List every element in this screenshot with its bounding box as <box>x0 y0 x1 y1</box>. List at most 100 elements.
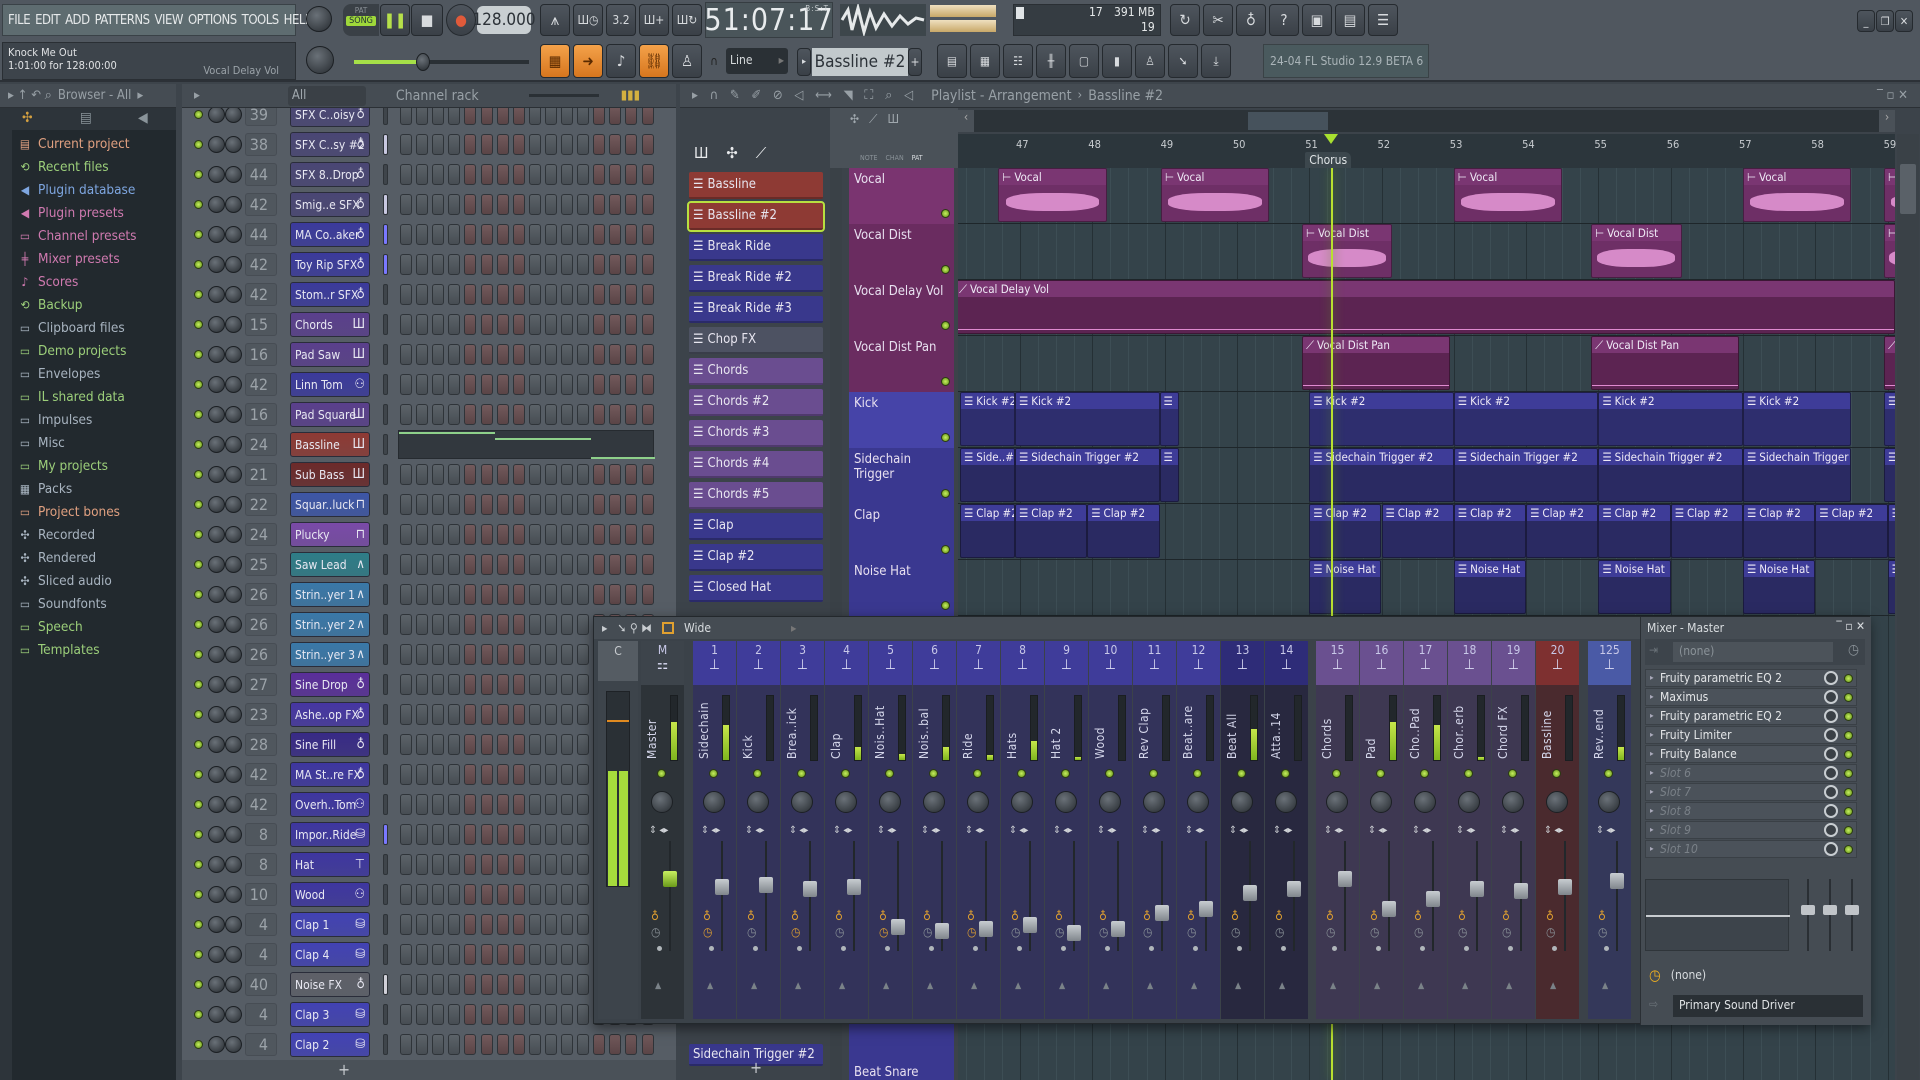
step-button[interactable] <box>448 134 461 155</box>
step-button[interactable] <box>561 108 573 125</box>
strip-enable-led[interactable] <box>657 769 666 778</box>
stop-button[interactable]: ■ <box>411 4 443 36</box>
mute-led[interactable] <box>194 350 203 359</box>
step-button[interactable] <box>464 1034 477 1055</box>
step-button[interactable] <box>496 944 509 965</box>
strip-enable-led[interactable] <box>1508 769 1517 778</box>
latency-icon[interactable]: ◷ <box>1414 925 1423 939</box>
step-button[interactable] <box>561 764 573 785</box>
step-button[interactable] <box>480 944 493 965</box>
browser-item[interactable]: ✣ Rendered <box>18 547 96 569</box>
step-button[interactable] <box>561 404 573 425</box>
step-button[interactable] <box>561 824 573 845</box>
step-button[interactable] <box>400 524 412 545</box>
pattern-item[interactable]: ☰ Chords #3 <box>689 420 823 447</box>
step-button[interactable] <box>416 824 429 845</box>
step-button[interactable] <box>448 108 461 125</box>
channel-button[interactable]: Wood ⚇ <box>290 882 370 907</box>
step-button[interactable] <box>577 764 590 785</box>
step-button[interactable] <box>416 1034 429 1055</box>
step-button[interactable] <box>544 704 557 725</box>
help-icon[interactable]: ? <box>1269 4 1299 36</box>
record-arm-icon[interactable]: ♁ <box>703 909 711 923</box>
step-button[interactable] <box>464 854 477 875</box>
clip-pattern[interactable]: ☰ Noise Hat <box>1598 560 1671 614</box>
clip-auto[interactable]: ⟋ Vocal Delay Vol <box>958 280 1895 334</box>
latency-icon[interactable]: ◷ <box>1011 925 1020 939</box>
step-button[interactable] <box>544 314 557 335</box>
latency-icon[interactable]: ◷ <box>1099 925 1108 939</box>
step-button[interactable] <box>464 914 477 935</box>
step-button[interactable] <box>561 134 573 155</box>
mixer-track-number[interactable]: 38 <box>245 133 277 156</box>
mixer-track-number[interactable]: 4 <box>245 913 277 936</box>
step-button[interactable] <box>593 524 606 545</box>
step-button[interactable] <box>448 734 461 755</box>
pan-knob[interactable] <box>747 791 769 813</box>
clip-pattern[interactable]: ☰ Kick #2 <box>1743 392 1852 446</box>
mixer-track-number[interactable]: 26 <box>245 613 277 636</box>
step-button[interactable] <box>448 794 461 815</box>
step-button[interactable] <box>448 314 461 335</box>
channel-select-indicator[interactable] <box>383 1034 388 1055</box>
step-button[interactable] <box>625 344 638 365</box>
channel-button[interactable]: SFX 8..Drop ♁ <box>290 162 370 187</box>
step-button[interactable] <box>528 108 541 125</box>
step-button[interactable] <box>609 584 622 605</box>
step-button[interactable] <box>561 614 573 635</box>
scroll-left-button[interactable]: ‹ <box>958 110 974 132</box>
record-arm-icon[interactable]: ♁ <box>1598 909 1606 923</box>
step-button[interactable] <box>561 224 573 245</box>
clip-pattern[interactable]: ☰ <box>1887 560 1895 614</box>
stereo-separation-icon[interactable]: ⇕ ◂▸ <box>701 825 720 836</box>
mute-led[interactable] <box>194 650 203 659</box>
step-button[interactable] <box>625 524 638 545</box>
step-button[interactable] <box>416 794 429 815</box>
mix-knob[interactable] <box>1824 842 1838 856</box>
latency-icon[interactable]: ◷ <box>879 925 888 939</box>
clip-audio[interactable]: ⊢ Vocal <box>1743 168 1852 222</box>
clip-audio[interactable]: ⊢ Vocal Dist <box>1591 224 1682 278</box>
mixer-track-number[interactable]: 21 <box>245 463 277 486</box>
browser-item[interactable]: ▭ Envelopes <box>18 363 100 385</box>
step-button[interactable] <box>464 704 477 725</box>
step-button[interactable] <box>561 974 573 995</box>
route-dot[interactable] <box>841 946 846 951</box>
step-button[interactable] <box>577 524 590 545</box>
volume-knob[interactable] <box>225 1036 242 1053</box>
channel-button[interactable]: Clap 1 ⛁ <box>290 912 370 937</box>
send-arrow[interactable]: ▲ <box>707 981 713 991</box>
stereo-separation-icon[interactable]: ⇕ ◂▸ <box>1053 825 1072 836</box>
step-button[interactable] <box>496 794 509 815</box>
step-button[interactable] <box>432 164 445 185</box>
step-button[interactable] <box>512 1034 525 1055</box>
channel-select-indicator[interactable] <box>383 344 388 365</box>
route-dot[interactable] <box>1552 946 1557 951</box>
volume-knob[interactable] <box>225 256 242 273</box>
volume-knob[interactable] <box>225 316 242 333</box>
step-button[interactable] <box>480 824 493 845</box>
step-button[interactable] <box>625 194 638 215</box>
step-button[interactable] <box>400 884 412 905</box>
channel-select-indicator[interactable] <box>383 974 388 995</box>
mute-led[interactable] <box>194 440 203 449</box>
channel-button[interactable]: MA St..re FX ♁ <box>290 762 370 787</box>
volume-knob[interactable] <box>225 766 242 783</box>
send-arrow[interactable]: ▲ <box>883 981 889 991</box>
step-button[interactable] <box>528 914 541 935</box>
route-dot[interactable] <box>657 946 662 951</box>
expand-arrow-icon[interactable]: ▸ <box>1650 822 1654 838</box>
send-arrow[interactable]: ▲ <box>1015 981 1021 991</box>
volume-knob[interactable] <box>225 676 242 693</box>
step-button[interactable] <box>528 344 541 365</box>
step-button[interactable] <box>544 584 557 605</box>
volume-knob[interactable] <box>225 286 242 303</box>
volume-knob[interactable] <box>225 946 242 963</box>
step-button[interactable] <box>528 554 541 575</box>
volume-knob[interactable] <box>225 226 242 243</box>
channel-select-indicator[interactable] <box>383 734 388 755</box>
volume-fader-track[interactable] <box>1558 841 1572 951</box>
volume-fader-handle[interactable] <box>663 871 677 887</box>
piano-roll-preview[interactable] <box>398 430 655 459</box>
step-button[interactable] <box>448 974 461 995</box>
